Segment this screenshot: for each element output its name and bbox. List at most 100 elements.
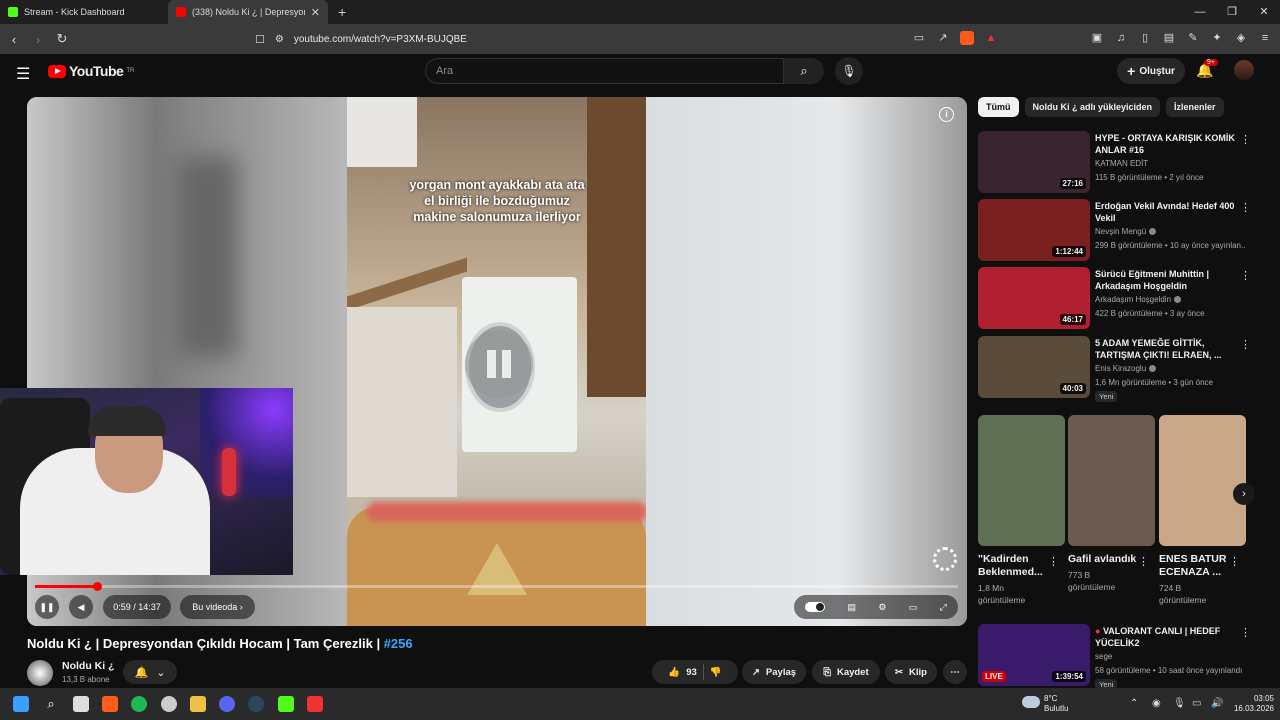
weather-widget[interactable]: 8°C Bulutlu [1044, 694, 1068, 714]
info-icon[interactable]: i [939, 107, 954, 122]
short-thumbnail[interactable] [978, 415, 1065, 546]
video-hashtag[interactable]: #256 [384, 636, 413, 651]
red-app-icon[interactable] [307, 696, 323, 712]
short-item[interactable]: "Kadirden Beklenmed... 1,8 Mn görüntülem… [978, 415, 1065, 606]
rewards-icon[interactable]: ▲ [984, 31, 998, 45]
dislike-button[interactable]: 👎 [710, 667, 722, 678]
recommendation-item[interactable]: 40:03 5 ADAM YEMEĞE GİTTİK, TARTIŞMA ÇIK… [978, 336, 1251, 402]
close-window-button[interactable]: ✕ [1248, 0, 1280, 24]
share-button[interactable]: ↗ Paylaş [742, 660, 806, 684]
windows-start-icon[interactable] [13, 696, 29, 712]
clip-button[interactable]: ✂ Klip [885, 660, 937, 684]
browser-menu-icon[interactable]: ≡ [1258, 31, 1272, 45]
search-button[interactable]: ⌕ [784, 58, 824, 84]
recommendation-item[interactable]: 46:17 Sürücü Eğitmeni Muhittin | Arkadaş… [978, 267, 1251, 331]
url-text[interactable]: youtube.com/watch?v=P3XM-BUJQBE [294, 34, 467, 45]
video-thumbnail[interactable]: 27:16 [978, 131, 1090, 193]
speaker-icon[interactable]: 🔊 [1211, 698, 1223, 709]
more-options-icon[interactable]: ⋮ [1240, 626, 1251, 639]
tray-chevron-icon[interactable]: ⌃ [1130, 698, 1138, 709]
subscription-bell-button[interactable]: 🔔 ⌄ [123, 660, 177, 684]
recommendation-item[interactable]: 1:12:44 Erdoğan Vekil Avında! Hedef 400 … [978, 199, 1251, 263]
taskbar-search-icon[interactable]: ⌕ [43, 696, 59, 712]
short-title[interactable]: "Kadirden Beklenmed... [978, 553, 1048, 579]
more-actions-button[interactable]: ⋯ [943, 660, 967, 684]
short-title[interactable]: ENES BATUR ECENAZA ... [1159, 553, 1229, 579]
chip-all[interactable]: Tümü [978, 97, 1019, 117]
back-button[interactable]: ‹ [4, 32, 24, 47]
shorts-next-button[interactable]: › [1233, 483, 1255, 505]
task-view-icon[interactable] [73, 696, 89, 712]
hamburger-menu-icon[interactable]: ☰ [16, 64, 30, 84]
account-avatar[interactable] [1234, 60, 1254, 80]
more-options-icon[interactable]: ⋮ [1229, 555, 1240, 568]
pause-overlay-icon[interactable] [465, 330, 533, 398]
brave-browser-icon[interactable] [102, 696, 118, 712]
pause-button[interactable]: ❚❚ [35, 595, 59, 619]
voice-search-button[interactable]: 🎙 [835, 57, 863, 85]
create-button[interactable]: + Oluştur [1117, 58, 1185, 84]
progress-bar[interactable] [35, 585, 958, 588]
reload-button[interactable]: ↻ [52, 31, 72, 47]
video-thumbnail[interactable]: 1:12:44 [978, 199, 1090, 261]
recommendation-title[interactable]: Erdoğan Vekil Avında! Hedef 400 Vekil [1095, 200, 1235, 224]
theater-mode-icon[interactable]: ▭ [909, 602, 918, 613]
video-thumbnail[interactable]: 40:03 [978, 336, 1090, 398]
video-thumbnail[interactable]: LIVE 1:39:54 [978, 624, 1090, 686]
new-tab-button[interactable]: + [328, 4, 356, 20]
short-title[interactable]: Gafil avlandık [1068, 553, 1138, 566]
channel-watermark-icon[interactable] [933, 547, 957, 571]
chatgpt-icon[interactable] [161, 696, 177, 712]
network-icon[interactable]: ▭ [1192, 698, 1201, 709]
volume-button[interactable]: ◀ [69, 595, 93, 619]
recommendation-title[interactable]: ● VALORANT CANLI | HEDEF YÜCELİK2 [1095, 625, 1235, 649]
share-icon[interactable]: ↗ [936, 31, 950, 45]
discord-icon[interactable] [219, 696, 235, 712]
recommendation-channel[interactable]: sege [1095, 652, 1245, 661]
channel-avatar[interactable] [27, 660, 53, 686]
more-options-icon[interactable]: ⋮ [1240, 201, 1251, 214]
address-bar[interactable]: ☐ ⚙ youtube.com/watch?v=P3XM-BUJQBE [255, 28, 1005, 50]
forward-button[interactable]: › [28, 32, 48, 47]
recommendation-item[interactable]: 27:16 HYPE - ORTAYA KARIŞIK KOMİK ANLAR … [978, 131, 1251, 195]
tab-kick-dashboard[interactable]: Stream - Kick Dashboard [0, 0, 168, 24]
recommendation-item-live[interactable]: LIVE 1:39:54 ● VALORANT CANLI | HEDEF YÜ… [978, 624, 1251, 690]
tray-app-icon[interactable]: ◉ [1152, 698, 1161, 709]
more-options-icon[interactable]: ⋮ [1240, 338, 1251, 351]
video-thumbnail[interactable]: 46:17 [978, 267, 1090, 329]
chip-watched[interactable]: İzlenenler [1166, 97, 1224, 117]
site-info-icon[interactable]: ⚙ [275, 34, 284, 45]
recommendation-channel[interactable]: Nevşin Mengü [1095, 227, 1245, 236]
kick-app-icon[interactable] [278, 696, 294, 712]
maximize-button[interactable]: ❐ [1216, 0, 1248, 24]
music-icon[interactable]: ♫ [1114, 31, 1128, 45]
subtitles-icon[interactable]: ▤ [847, 602, 856, 613]
notifications-button[interactable]: 🔔 9+ [1196, 59, 1218, 79]
tray-mic-icon[interactable]: 🎙 [1173, 698, 1186, 709]
more-options-icon[interactable]: ⋮ [1048, 555, 1059, 568]
autoplay-toggle[interactable] [805, 602, 826, 612]
chapter-button[interactable]: Bu videoda › [180, 595, 255, 619]
recommendation-title[interactable]: 5 ADAM YEMEĞE GİTTİK, TARTIŞMA ÇIKTI! EL… [1095, 337, 1235, 361]
brave-shield-icon[interactable] [960, 31, 974, 45]
tab-youtube-video[interactable]: (338) Noldu Ki ¿ | Depresyon ✕ [168, 0, 328, 24]
more-options-icon[interactable]: ⋮ [1138, 555, 1149, 568]
recommendation-channel[interactable]: KATMAN EDİT [1095, 159, 1245, 168]
short-item[interactable]: Gafil avlandık 773 B görüntüleme ⋮ [1068, 415, 1155, 593]
channel-name[interactable]: Noldu Ki ¿ [62, 660, 115, 672]
like-button[interactable]: 👍 [668, 667, 680, 678]
file-explorer-icon[interactable] [190, 696, 206, 712]
vpn-icon[interactable]: ◈ [1234, 31, 1248, 45]
edit-icon[interactable]: ✎ [1186, 31, 1200, 45]
minimize-button[interactable]: — [1184, 0, 1216, 24]
sidebar-icon[interactable]: ▯ [1138, 31, 1152, 45]
more-options-icon[interactable]: ⋮ [1240, 133, 1251, 146]
steam-icon[interactable] [248, 696, 264, 712]
settings-gear-icon[interactable]: ⚙ [878, 602, 886, 613]
recommendation-channel[interactable]: Enis Kirazoglu [1095, 364, 1245, 373]
more-options-icon[interactable]: ⋮ [1240, 269, 1251, 282]
short-thumbnail[interactable] [1159, 415, 1246, 546]
youtube-logo[interactable]: YouTube TR [48, 63, 134, 79]
ai-icon[interactable]: ✦ [1210, 31, 1224, 45]
extension-icon[interactable]: ▤ [1162, 31, 1176, 45]
